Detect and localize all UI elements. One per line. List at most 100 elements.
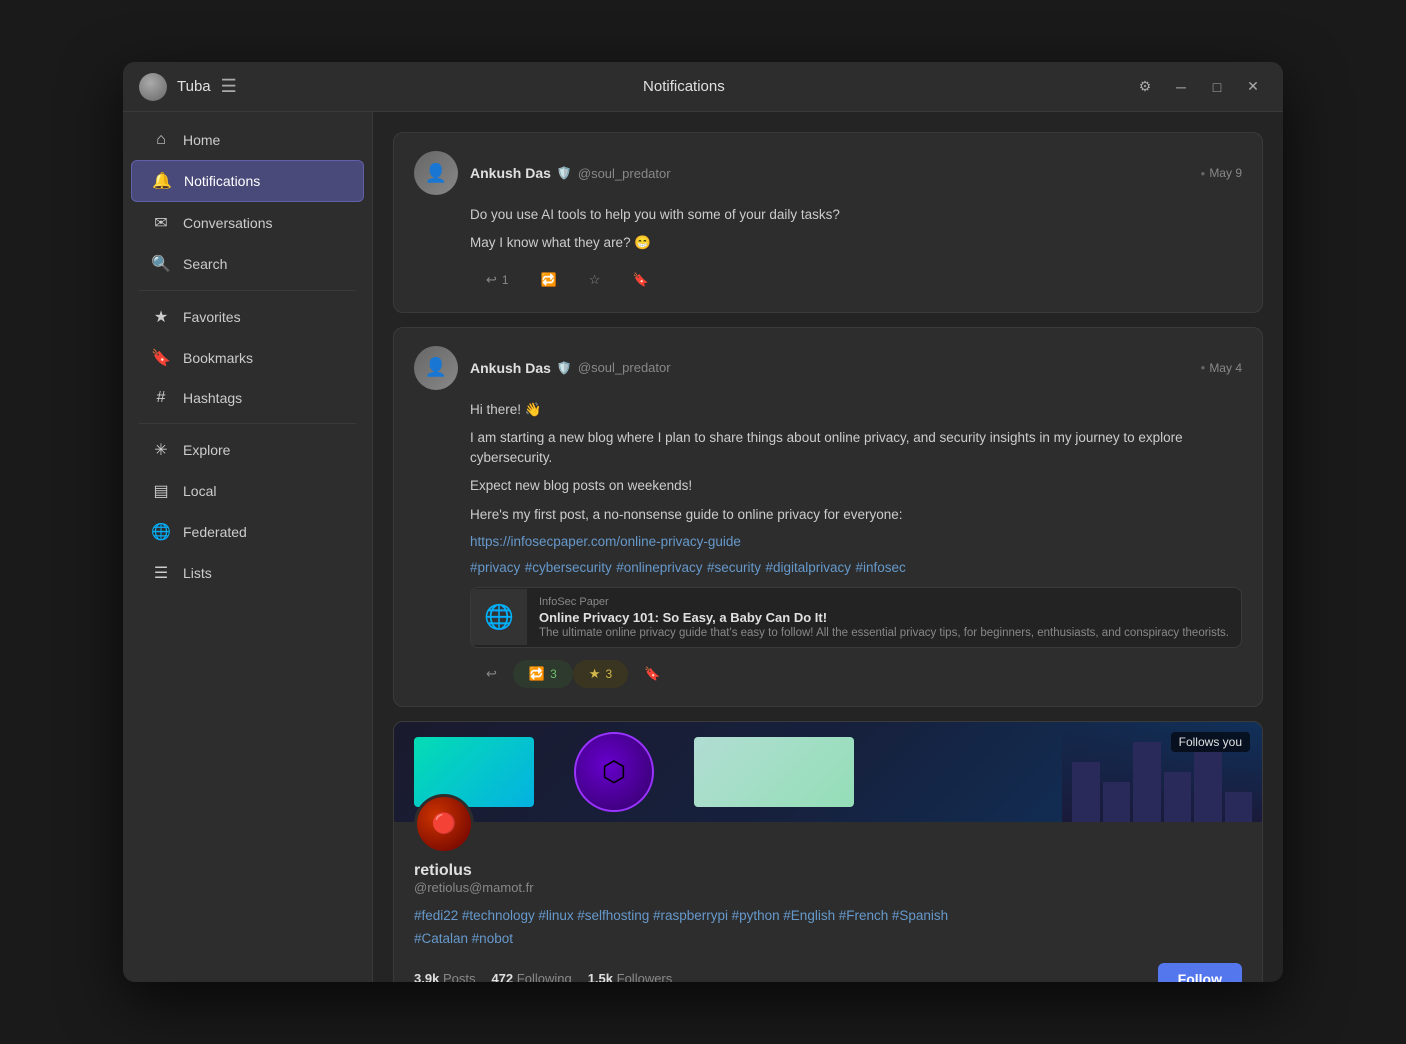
post-text-2b: Expect new blog posts on weekends! [470, 476, 1242, 496]
content-area: 👤 Ankush Das 🛡️ @soul_predator May 9 Do … [373, 112, 1283, 982]
favorite-button-1[interactable]: ☆ [573, 266, 617, 294]
sidebar-item-bookmarks-label: Bookmarks [183, 350, 253, 366]
hashtag-onlineprivacy[interactable]: #onlineprivacy [616, 560, 702, 575]
link-preview-2[interactable]: 🌐 InfoSec Paper Online Privacy 101: So E… [470, 587, 1242, 648]
notification-card-1: 👤 Ankush Das 🛡️ @soul_predator May 9 Do … [393, 132, 1263, 313]
nav-divider-2 [139, 423, 356, 424]
hashtag-cybersecurity[interactable]: #cybersecurity [525, 560, 612, 575]
follow-tags: #fedi22 #technology #linux #selfhosting … [414, 905, 1242, 951]
favorite-icon-2: ★ [589, 666, 601, 682]
explore-icon: ✳ [151, 440, 171, 460]
filter-button[interactable]: ⚙ [1131, 73, 1159, 101]
verified-icon-2: 🛡️ [557, 361, 572, 375]
sidebar-item-home[interactable]: ⌂ Home [131, 121, 364, 159]
follow-tag-catalan[interactable]: #Catalan [414, 931, 468, 946]
post-url-2[interactable]: https://infosecpaper.com/online-privacy-… [470, 534, 741, 549]
nav-divider-1 [139, 290, 356, 291]
minimize-button[interactable]: ─ [1167, 73, 1195, 101]
link-preview-desc-2: The ultimate online privacy guide that's… [539, 627, 1229, 639]
favorites-icon: ★ [151, 307, 171, 327]
bookmark-button-1[interactable]: 🔖 [616, 266, 664, 294]
posts-stat: 3.9k Posts [414, 971, 475, 982]
reply-icon-1: ↩ [486, 272, 497, 288]
sidebar-item-lists[interactable]: ☰ Lists [131, 553, 364, 593]
sidebar-item-local[interactable]: ▤ Local [131, 471, 364, 511]
sidebar-item-explore[interactable]: ✳ Explore [131, 430, 364, 470]
menu-icon[interactable]: ☰ [221, 76, 237, 97]
follow-button[interactable]: Follow [1158, 963, 1242, 982]
follow-tag-technology[interactable]: #technology [462, 908, 535, 923]
user-handle-2: @soul_predator [578, 360, 671, 375]
post-date-1: May 9 [1200, 166, 1242, 180]
link-preview-icon-2: 🌐 [471, 589, 527, 645]
main-layout: ⌂ Home 🔔 Notifications ✉ Conversations 🔍… [123, 112, 1283, 982]
lists-icon: ☰ [151, 563, 171, 583]
favorite-button-2[interactable]: ★ 3 [573, 660, 628, 688]
posts-count: 3.9k [414, 971, 439, 982]
following-count: 472 [491, 971, 513, 982]
boost-icon-1: 🔁 [541, 272, 557, 288]
home-icon: ⌂ [151, 131, 171, 149]
user-name-1: Ankush Das [470, 165, 551, 181]
link-preview-title-2: Online Privacy 101: So Easy, a Baby Can … [539, 610, 1229, 625]
posts-label: Posts [443, 971, 476, 982]
card-user-2: 👤 Ankush Das 🛡️ @soul_predator [414, 346, 671, 390]
close-button[interactable]: ✕ [1239, 73, 1267, 101]
user-info-2: Ankush Das 🛡️ @soul_predator [470, 360, 671, 376]
post-greeting-2: Hi there! 👋 [470, 400, 1242, 420]
follow-stats-row: 3.9k Posts 472 Following 1.5k Followers [414, 963, 1242, 982]
follow-tag-python[interactable]: #python [732, 908, 780, 923]
post-date-2: May 4 [1200, 361, 1242, 375]
favorite-icon-1: ☆ [589, 272, 601, 288]
follow-stats: 3.9k Posts 472 Following 1.5k Followers [414, 971, 672, 982]
maximize-button[interactable]: □ [1203, 73, 1231, 101]
followers-count: 1.5k [588, 971, 613, 982]
bookmark-icon-2: 🔖 [644, 666, 660, 682]
sidebar-item-hashtags-label: Hashtags [183, 390, 242, 406]
sidebar-item-bookmarks[interactable]: 🔖 Bookmarks [131, 338, 364, 378]
reply-button-1[interactable]: ↩ 1 [470, 266, 525, 294]
follow-tag-linux[interactable]: #linux [538, 908, 573, 923]
titlebar-center-title: Notifications [643, 78, 725, 95]
post-text-1a: Do you use AI tools to help you with som… [470, 205, 1242, 225]
sidebar-item-hashtags[interactable]: # Hashtags [131, 379, 364, 417]
sidebar-item-notifications[interactable]: 🔔 Notifications [131, 160, 364, 202]
bookmark-icon-1: 🔖 [632, 272, 648, 288]
card-actions-1: ↩ 1 🔁 ☆ 🔖 [470, 266, 1242, 294]
conversations-icon: ✉ [151, 213, 171, 233]
user-info-1: Ankush Das 🛡️ @soul_predator [470, 165, 671, 181]
followers-label: Followers [617, 971, 673, 982]
titlebar-controls: ⚙ ─ □ ✕ [1131, 73, 1267, 101]
boost-icon-2: 🔁 [529, 666, 545, 682]
follow-tag-selfhosting[interactable]: #selfhosting [577, 908, 649, 923]
bookmark-button-2[interactable]: 🔖 [628, 660, 676, 688]
boost-button-2[interactable]: 🔁 3 [513, 660, 573, 688]
sidebar-item-favorites[interactable]: ★ Favorites [131, 297, 364, 337]
sidebar-item-conversations[interactable]: ✉ Conversations [131, 203, 364, 243]
card-actions-2: ↩ 🔁 3 ★ 3 🔖 [470, 660, 1242, 688]
boost-button-1[interactable]: 🔁 [525, 266, 573, 294]
follow-tag-fedi22[interactable]: #fedi22 [414, 908, 458, 923]
follows-you-badge: Follows you [1171, 732, 1250, 752]
hashtag-privacy[interactable]: #privacy [470, 560, 520, 575]
sidebar-item-conversations-label: Conversations [183, 215, 273, 231]
follow-tag-french[interactable]: #French [839, 908, 889, 923]
sidebar-item-lists-label: Lists [183, 565, 212, 581]
hashtag-security[interactable]: #security [707, 560, 761, 575]
hashtag-infosec[interactable]: #infosec [855, 560, 905, 575]
sidebar-item-search[interactable]: 🔍 Search [131, 244, 364, 284]
avatar-img-2: 👤 [414, 346, 458, 390]
post-text-2a: I am starting a new blog where I plan to… [470, 428, 1242, 469]
federated-icon: 🌐 [151, 522, 171, 542]
follow-tag-english[interactable]: #English [783, 908, 835, 923]
reply-button-2[interactable]: ↩ [470, 660, 513, 688]
follow-tag-nobot[interactable]: #nobot [472, 931, 513, 946]
card-user-1: 👤 Ankush Das 🛡️ @soul_predator [414, 151, 671, 195]
card-body-1: Do you use AI tools to help you with som… [470, 205, 1242, 254]
follow-tag-raspberrypi[interactable]: #raspberrypi [653, 908, 728, 923]
hashtag-digitalprivacy[interactable]: #digitalprivacy [765, 560, 851, 575]
sidebar-item-federated[interactable]: 🌐 Federated [131, 512, 364, 552]
followers-stat: 1.5k Followers [588, 971, 673, 982]
follow-tag-spanish[interactable]: #Spanish [892, 908, 948, 923]
follow-avatar: 🔴 [414, 794, 474, 854]
